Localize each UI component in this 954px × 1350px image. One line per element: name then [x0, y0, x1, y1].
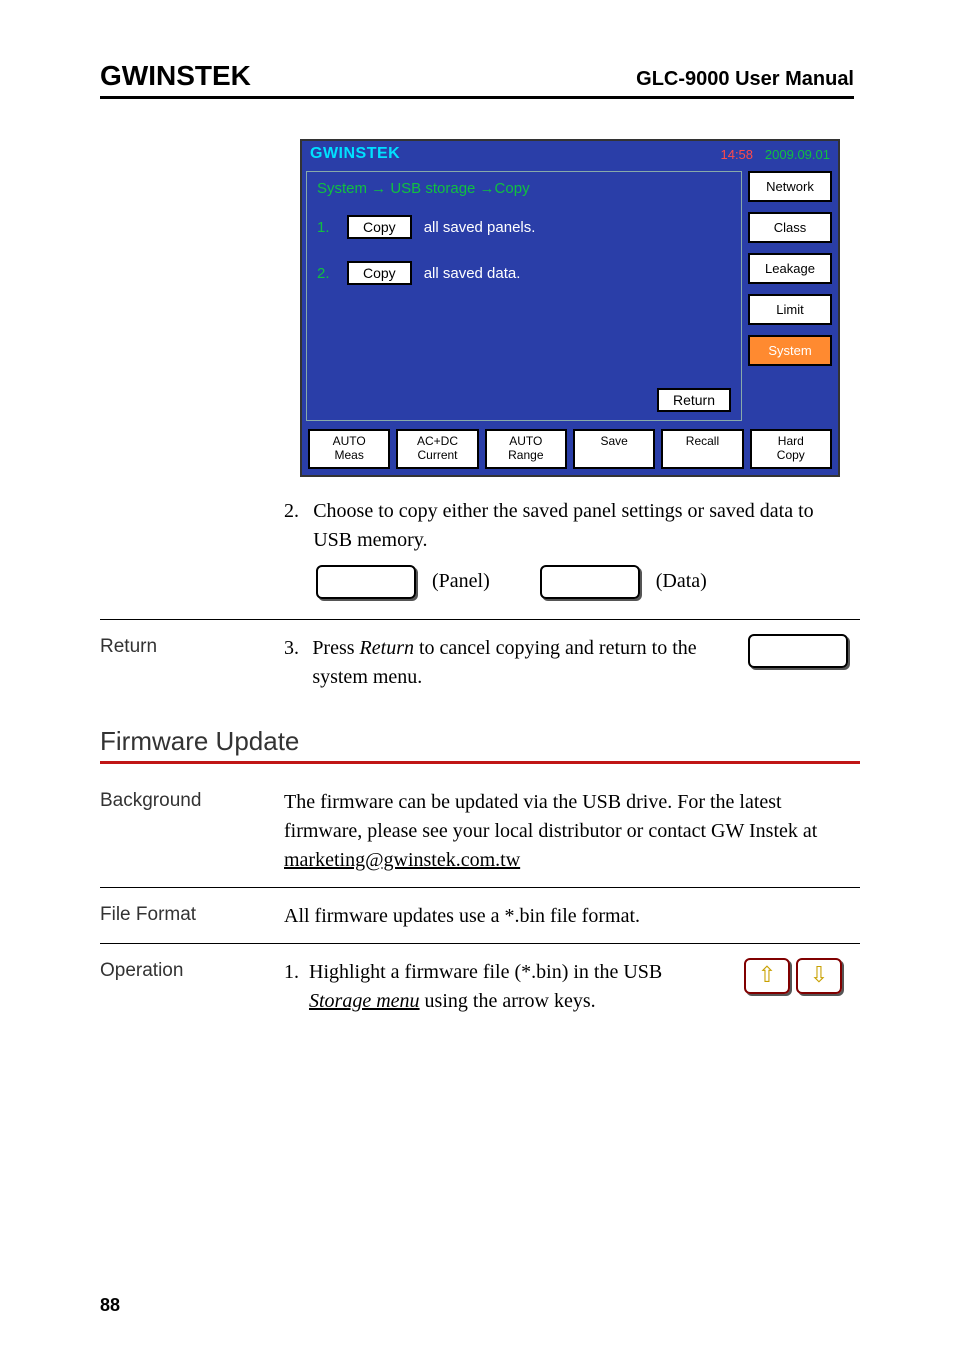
data-copy-key[interactable]: [540, 565, 640, 599]
background-label: Background: [100, 788, 260, 875]
row-num-2: 2.: [317, 265, 335, 282]
bottom-save[interactable]: Save: [573, 429, 655, 469]
section-divider: [100, 761, 860, 764]
op-step1-text: Highlight a firmware file (*.bin) in the…: [309, 958, 724, 1016]
side-system[interactable]: System: [748, 335, 832, 366]
row-text-1: all saved panels.: [424, 219, 536, 236]
device-breadcrumb: System → USB storage →Copy: [317, 180, 731, 197]
device-time: 14:58: [720, 147, 753, 162]
panel-label: (Panel): [432, 567, 490, 596]
side-limit[interactable]: Limit: [748, 294, 832, 325]
device-logo: GWINSTEK: [310, 145, 400, 163]
data-label: (Data): [656, 567, 707, 596]
step3-num: 3.: [284, 634, 302, 692]
return-key[interactable]: [748, 634, 848, 668]
row-num-1: 1.: [317, 219, 335, 236]
arrow-down-key[interactable]: ⇩: [796, 958, 842, 994]
file-format-text: All firmware updates use a *.bin file fo…: [284, 902, 854, 931]
return-label: Return: [100, 634, 260, 692]
bottom-recall[interactable]: Recall: [661, 429, 743, 469]
storage-menu-link: Storage menu: [309, 990, 420, 1012]
bottom-auto-meas[interactable]: AUTOMeas: [308, 429, 390, 469]
arrow-up-key[interactable]: ⇧: [744, 958, 790, 994]
row-text-2: all saved data.: [424, 265, 521, 282]
device-date: 2009.09.01: [765, 147, 830, 162]
brand-logo: GWINSTEK: [100, 60, 251, 92]
background-text: The firmware can be updated via the USB …: [284, 788, 854, 875]
device-screenshot: GWINSTEK 14:58 2009.09.01 System → USB s…: [300, 139, 840, 477]
page-number: 88: [100, 1295, 120, 1316]
device-return-button[interactable]: Return: [657, 388, 731, 412]
step2-num: 2.: [284, 497, 303, 555]
bottom-acdc[interactable]: AC+DCCurrent: [396, 429, 478, 469]
copy-panels-button[interactable]: Copy: [347, 215, 412, 239]
op-step1-num: 1.: [284, 958, 299, 1016]
bottom-auto-range[interactable]: AUTORange: [485, 429, 567, 469]
step2-text: Choose to copy either the saved panel se…: [313, 497, 854, 555]
side-leakage[interactable]: Leakage: [748, 253, 832, 284]
side-network[interactable]: Network: [748, 171, 832, 202]
contact-email: marketing@gwinstek.com.tw: [284, 849, 520, 871]
copy-data-button[interactable]: Copy: [347, 261, 412, 285]
firmware-update-heading: Firmware Update: [100, 726, 854, 757]
manual-title: GLC-9000 User Manual: [636, 68, 854, 91]
file-format-label: File Format: [100, 902, 260, 931]
panel-copy-key[interactable]: [316, 565, 416, 599]
bottom-hardcopy[interactable]: HardCopy: [750, 429, 832, 469]
step3-text: Press Return to cancel copying and retur…: [312, 634, 728, 692]
side-class[interactable]: Class: [748, 212, 832, 243]
operation-label: Operation: [100, 958, 260, 1016]
